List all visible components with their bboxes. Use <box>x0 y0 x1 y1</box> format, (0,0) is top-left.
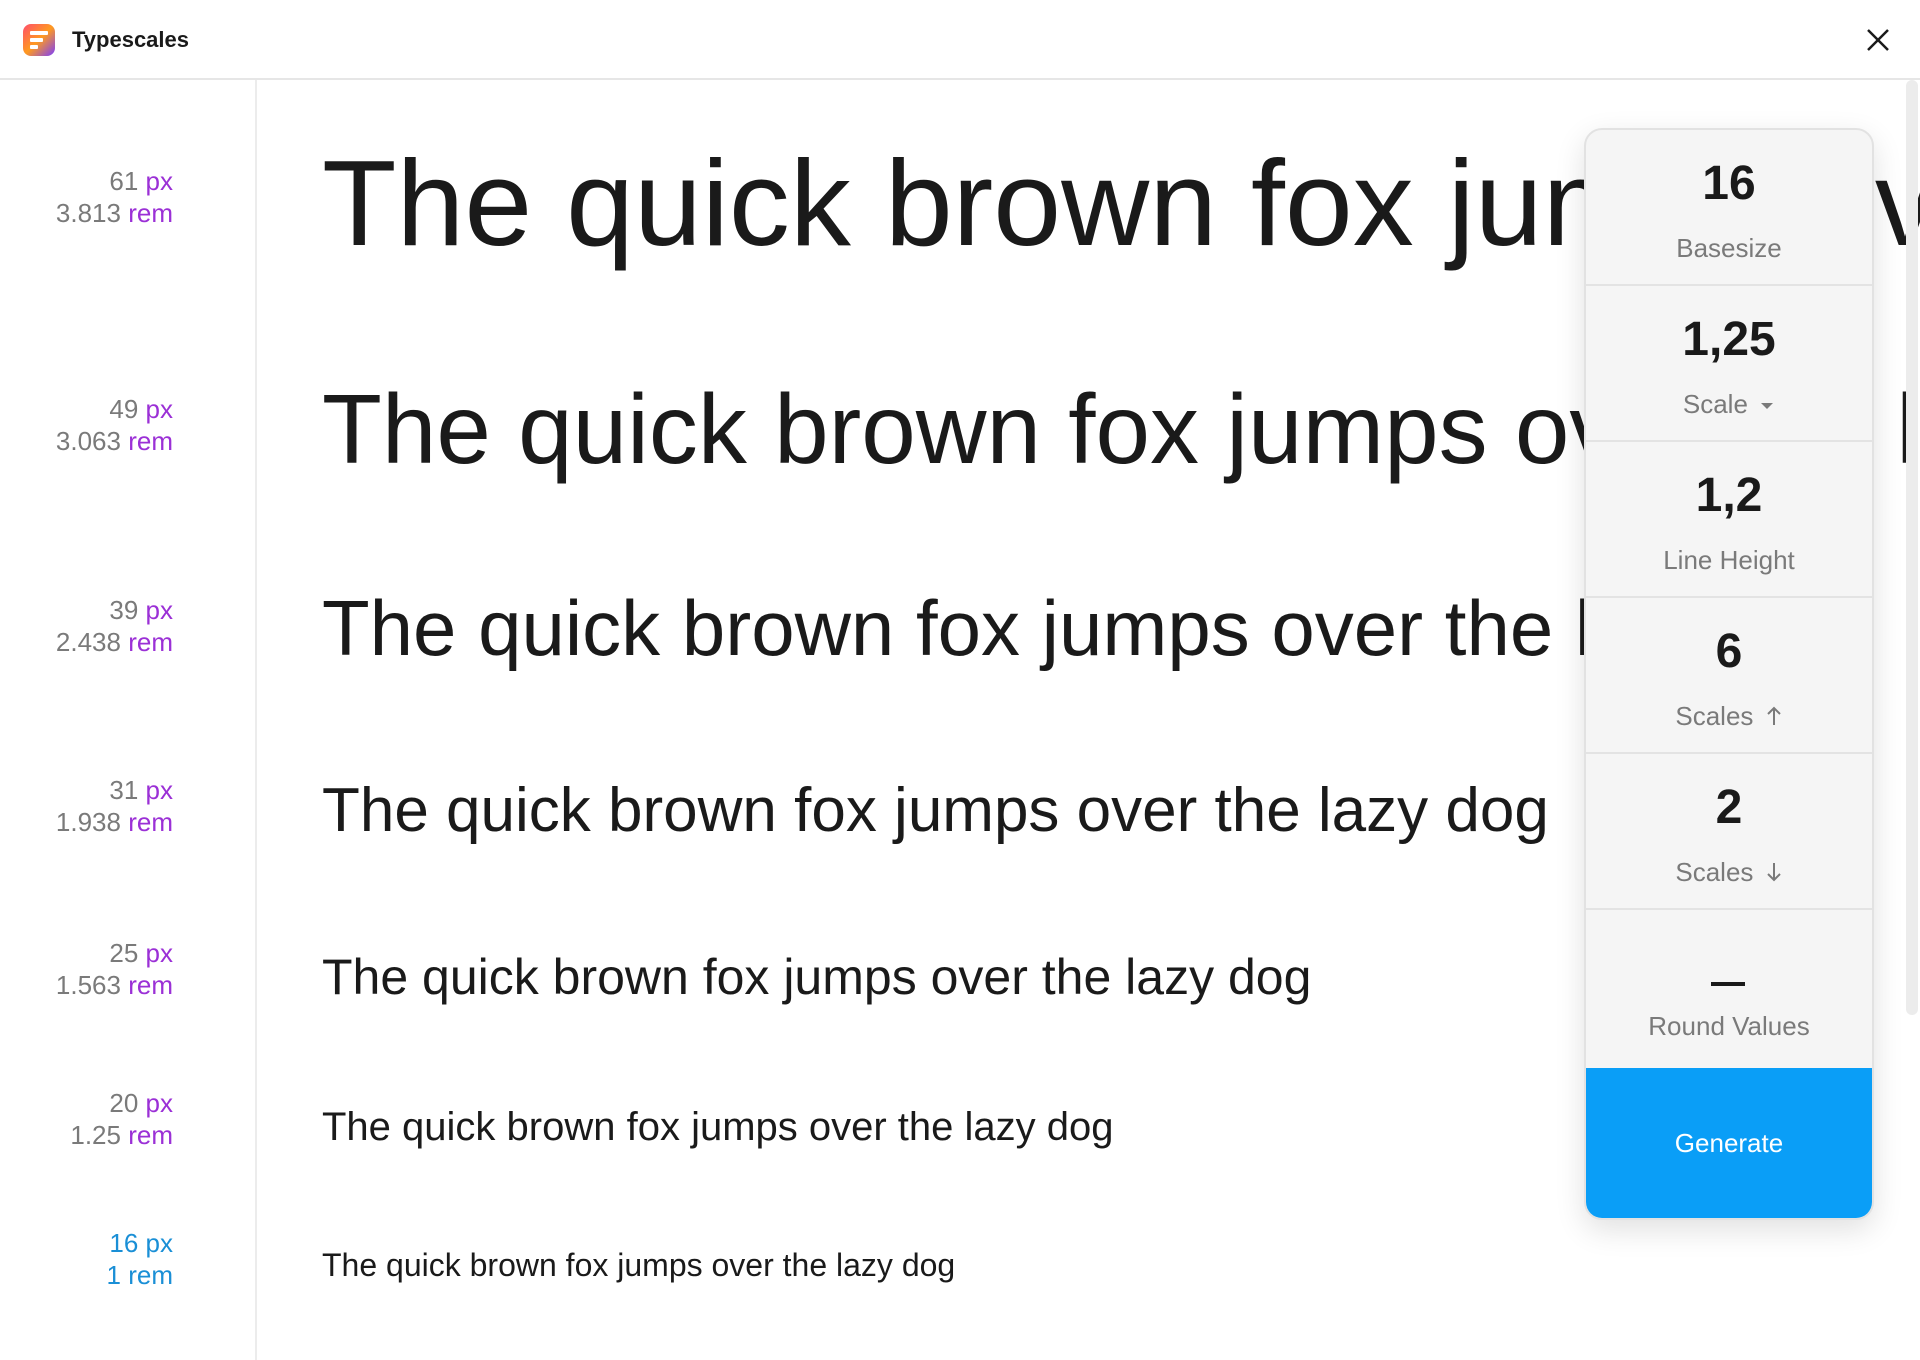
round-values-label: Round Values <box>1648 1011 1810 1041</box>
line-height-value: 1,2 <box>1695 469 1763 522</box>
sample-text-row-4: The quick brown fox jumps over the lazy … <box>322 776 1549 845</box>
scrollbar-thumb[interactable] <box>1906 80 1918 1015</box>
dash-icon <box>1711 982 1745 986</box>
size-label-row-3: 39 px 2.438 rem <box>55 595 173 657</box>
round-values-toggle[interactable]: Round Values <box>1586 910 1872 1068</box>
close-icon[interactable] <box>1862 24 1894 56</box>
scale-value: 1,25 <box>1682 313 1776 366</box>
size-label-row-base: 16 px 1 rem <box>106 1228 173 1290</box>
line-height-control[interactable]: 1,2 Line Height <box>1586 442 1872 598</box>
scale-dropdown[interactable]: 1,25 Scale <box>1586 286 1872 442</box>
generate-button[interactable]: Generate <box>1586 1068 1872 1218</box>
basesize-value: 16 <box>1702 157 1756 210</box>
sample-text-row-base: The quick brown fox jumps over the lazy … <box>322 1247 956 1283</box>
size-label-row-4: 31 px 1.938 rem <box>55 775 173 837</box>
caret-down-icon <box>1761 403 1774 410</box>
arrow-down-icon <box>1766 863 1781 882</box>
size-label-row-5: 25 px 1.563 rem <box>55 938 173 1000</box>
scales-up-control[interactable]: 6 Scales <box>1586 598 1872 754</box>
size-sidebar: 61 px 3.813 rem 49 px 3.063 rem 39 px 2.… <box>0 80 257 1360</box>
sample-text-row-5: The quick brown fox jumps over the lazy … <box>322 949 1312 1005</box>
title-bar: Typescales <box>0 0 1920 80</box>
typescales-app-icon <box>23 24 55 56</box>
scales-up-value: 6 <box>1715 625 1743 678</box>
window-title: Typescales <box>72 27 190 52</box>
basesize-label: Basesize <box>1676 233 1782 263</box>
scales-down-control[interactable]: 2 Scales <box>1586 754 1872 910</box>
size-label-row-2: 49 px 3.063 rem <box>55 394 173 456</box>
size-label-row-1: 61 px 3.813 rem <box>55 166 173 228</box>
settings-panel: 16 Basesize 1,25 Scale 1,2 Line Height 6… <box>1584 128 1874 1220</box>
sample-text-row-6: The quick brown fox jumps over the lazy … <box>322 1105 1114 1149</box>
scale-label: Scale <box>1586 388 1872 420</box>
scales-up-label: Scales <box>1586 700 1872 732</box>
arrow-up-icon <box>1766 706 1781 725</box>
scales-down-label: Scales <box>1586 856 1872 888</box>
basesize-control[interactable]: 16 Basesize <box>1586 130 1872 286</box>
scales-down-value: 2 <box>1715 781 1743 834</box>
line-height-label: Line Height <box>1663 545 1795 575</box>
size-label-row-6: 20 px 1.25 rem <box>70 1088 173 1150</box>
